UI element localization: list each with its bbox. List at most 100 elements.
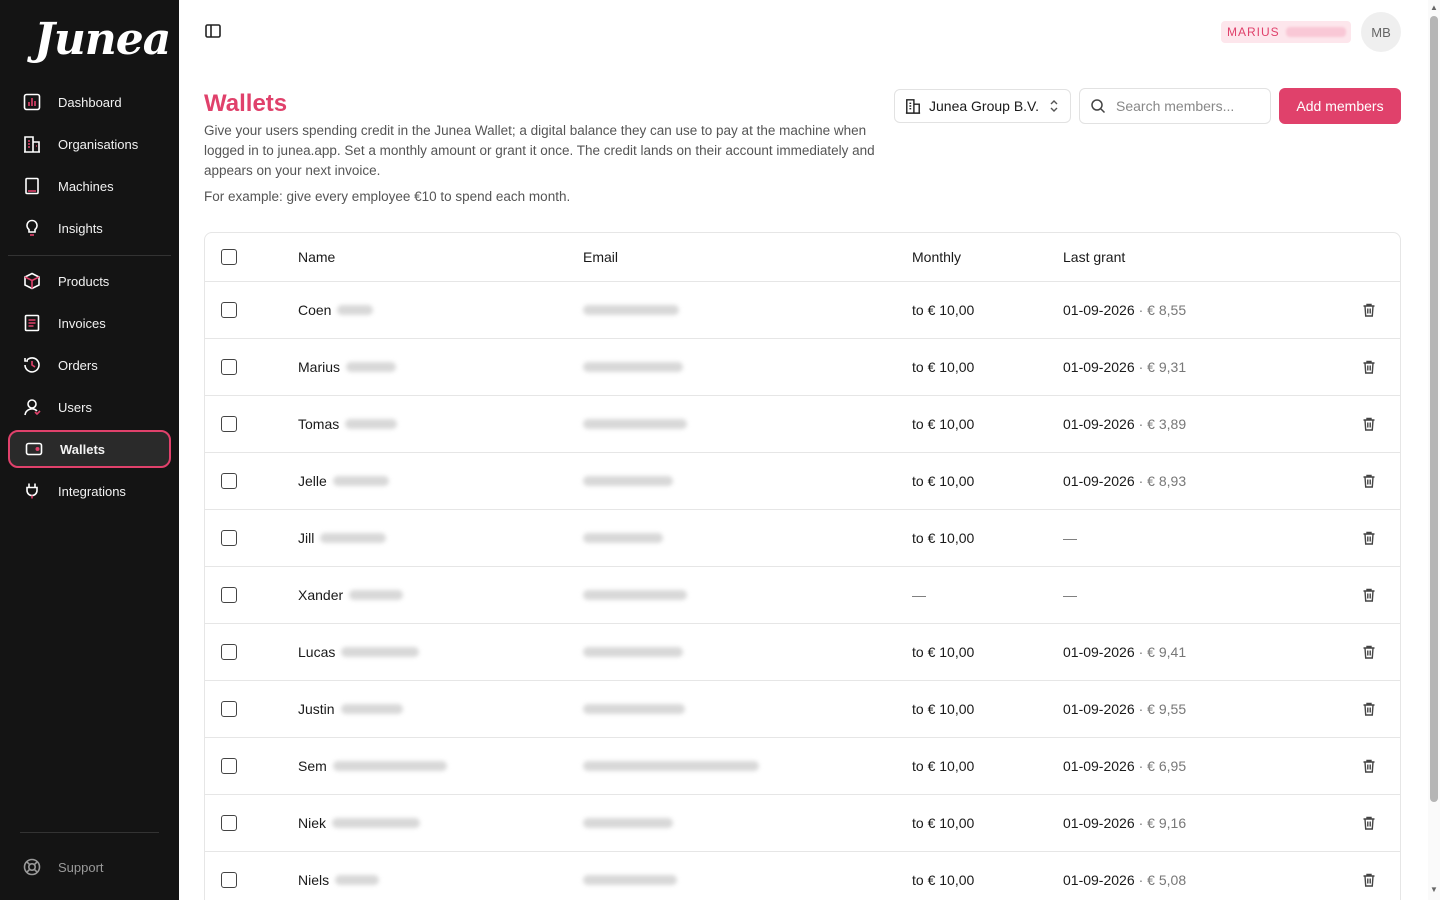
table-row[interactable]: Sem to € 10,00 01-09-2026 · € 6,95 <box>205 738 1400 795</box>
row-checkbox[interactable] <box>221 530 237 546</box>
last-grant-date: — <box>1063 530 1077 546</box>
scroll-thumb[interactable] <box>1430 16 1438 802</box>
row-checkbox[interactable] <box>221 758 237 774</box>
user-name-badge: MARIUS <box>1221 21 1351 43</box>
row-checkbox[interactable] <box>221 587 237 603</box>
bar-chart-icon <box>22 92 42 112</box>
sidebar-item-integrations[interactable]: Integrations <box>8 472 171 510</box>
search-input[interactable] <box>1116 98 1256 114</box>
row-checkbox[interactable] <box>221 359 237 375</box>
sidebar-item-insights[interactable]: Insights <box>8 209 171 247</box>
sidebar-item-wallets[interactable]: Wallets <box>8 430 171 468</box>
search-members[interactable] <box>1079 88 1271 124</box>
trash-icon[interactable] <box>1361 758 1377 774</box>
table-row[interactable]: Niek to € 10,00 01-09-2026 · € 9,16 <box>205 795 1400 852</box>
row-checkbox[interactable] <box>221 416 237 432</box>
panel-toggle-icon[interactable] <box>204 22 224 42</box>
machine-icon <box>22 176 42 196</box>
member-email-cell <box>577 282 679 338</box>
column-header-email[interactable]: Email <box>583 233 618 281</box>
monthly-amount: to € 10,00 <box>912 302 975 318</box>
last-grant-amount: · € 8,55 <box>1138 302 1187 318</box>
column-header-name[interactable]: Name <box>298 233 335 281</box>
last-grant-amount: · € 3,89 <box>1138 416 1187 432</box>
row-checkbox[interactable] <box>221 473 237 489</box>
monthly-amount: to € 10,00 <box>912 530 975 546</box>
sidebar-item-label: Dashboard <box>58 94 122 110</box>
row-checkbox[interactable] <box>221 701 237 717</box>
table-row[interactable]: Justin to € 10,00 01-09-2026 · € 9,55 <box>205 681 1400 738</box>
table-row[interactable]: Xander — — <box>205 567 1400 624</box>
redacted-last-name <box>341 647 420 657</box>
monthly-amount: to € 10,00 <box>912 758 975 774</box>
table-row[interactable]: Jelle to € 10,00 01-09-2026 · € 8,93 <box>205 453 1400 510</box>
table-row[interactable]: Niels to € 10,00 01-09-2026 · € 5,08 <box>205 852 1400 900</box>
trash-icon[interactable] <box>1361 530 1377 546</box>
member-first-name: Xander <box>298 587 344 603</box>
sidebar-item-dashboard[interactable]: Dashboard <box>8 83 171 121</box>
last-grant-date: — <box>1063 587 1077 603</box>
sidebar-item-label: Invoices <box>58 315 106 331</box>
junea-logo[interactable]: Junea <box>34 14 171 65</box>
redacted-last-name <box>332 476 389 486</box>
sidebar-item-invoices[interactable]: Invoices <box>8 304 171 342</box>
row-checkbox[interactable] <box>221 302 237 318</box>
members-table: Name Email Monthly Last grant Coen to € … <box>204 232 1401 900</box>
add-members-button[interactable]: Add members <box>1279 88 1401 124</box>
scroll-up-arrow-icon[interactable]: ▲ <box>1430 4 1438 12</box>
member-email-cell <box>577 738 759 794</box>
row-checkbox[interactable] <box>221 644 237 660</box>
member-email-cell <box>577 339 683 395</box>
trash-icon[interactable] <box>1361 587 1377 603</box>
sidebar-item-label: Organisations <box>58 136 139 152</box>
member-first-name: Jill <box>298 530 315 546</box>
last-grant-cell: — <box>1063 510 1081 566</box>
trash-icon[interactable] <box>1361 872 1377 888</box>
last-grant-cell: 01-09-2026 · € 3,89 <box>1063 396 1186 452</box>
trash-icon[interactable] <box>1361 416 1377 432</box>
row-checkbox[interactable] <box>221 815 237 831</box>
sidebar-item-machines[interactable]: Machines <box>8 167 171 205</box>
redacted-email <box>583 533 663 543</box>
avatar[interactable]: MB <box>1361 12 1401 52</box>
table-row[interactable]: Coen to € 10,00 01-09-2026 · € 8,55 <box>205 282 1400 339</box>
monthly-amount: to € 10,00 <box>912 359 975 375</box>
table-row[interactable]: Lucas to € 10,00 01-09-2026 · € 9,41 <box>205 624 1400 681</box>
page-scrollbar[interactable]: ▲ ▼ <box>1428 0 1440 900</box>
row-checkbox[interactable] <box>221 872 237 888</box>
monthly-cell: to € 10,00 <box>912 852 974 900</box>
trash-icon[interactable] <box>1361 359 1377 375</box>
member-first-name: Lucas <box>298 644 336 660</box>
trash-icon[interactable] <box>1361 473 1377 489</box>
trash-icon[interactable] <box>1361 701 1377 717</box>
trash-icon[interactable] <box>1361 644 1377 660</box>
table-row[interactable]: Jill to € 10,00 — <box>205 510 1400 567</box>
member-first-name: Niels <box>298 872 330 888</box>
sidebar-divider <box>8 255 171 256</box>
sidebar-item-users[interactable]: Users <box>8 388 171 426</box>
building-icon <box>22 134 42 154</box>
page-example: For example: give every employee €10 to … <box>204 189 571 204</box>
monthly-amount: to € 10,00 <box>912 872 975 888</box>
scroll-down-arrow-icon[interactable]: ▼ <box>1430 886 1438 894</box>
monthly-cell: to € 10,00 <box>912 339 974 395</box>
table-row[interactable]: Marius to € 10,00 01-09-2026 · € 9,31 <box>205 339 1400 396</box>
organisation-select[interactable]: Junea Group B.V. <box>894 89 1071 123</box>
table-row[interactable]: Tomas to € 10,00 01-09-2026 · € 3,89 <box>205 396 1400 453</box>
sidebar-item-label: Machines <box>58 178 114 194</box>
sidebar-item-products[interactable]: Products <box>8 262 171 300</box>
member-name-cell: Tomas <box>298 396 398 452</box>
sidebar-item-organisations[interactable]: Organisations <box>8 125 171 163</box>
select-all-checkbox[interactable] <box>221 249 237 265</box>
column-header-last-grant[interactable]: Last grant <box>1063 233 1125 281</box>
trash-icon[interactable] <box>1361 815 1377 831</box>
sidebar-item-orders[interactable]: Orders <box>8 346 171 384</box>
column-header-monthly[interactable]: Monthly <box>912 233 961 281</box>
sidebar-item-support[interactable]: Support <box>8 848 171 886</box>
redacted-last-name <box>340 704 403 714</box>
redacted-last-name <box>346 362 397 372</box>
last-grant-amount: · € 9,41 <box>1138 644 1187 660</box>
redacted-email <box>583 362 683 372</box>
monthly-amount: to € 10,00 <box>912 701 975 717</box>
trash-icon[interactable] <box>1361 302 1377 318</box>
